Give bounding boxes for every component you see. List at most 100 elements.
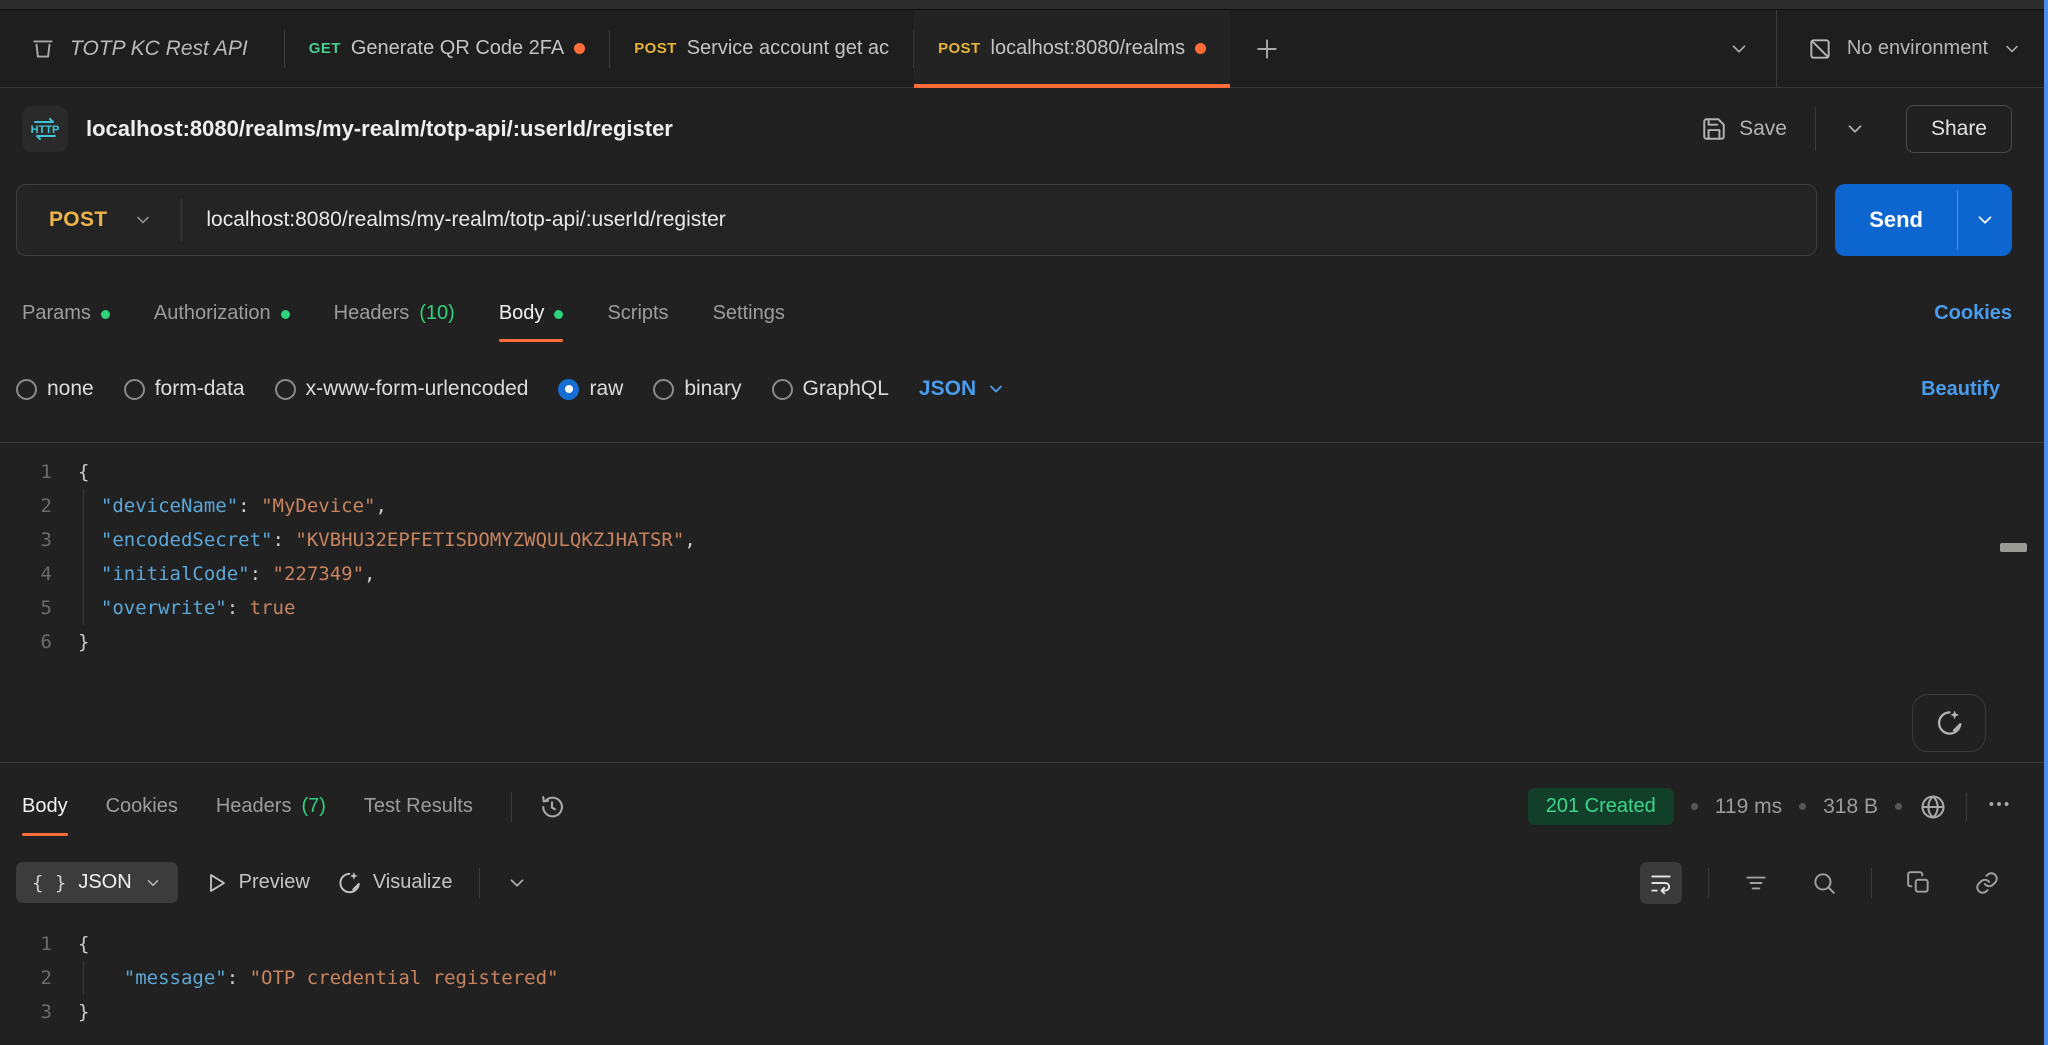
network-info-button[interactable]: [1919, 793, 1947, 821]
has-values-dot: [281, 310, 290, 319]
tab-label: Body: [22, 795, 68, 818]
response-time[interactable]: 119 ms: [1715, 795, 1782, 819]
chevron-down-icon: [1728, 38, 1750, 60]
body-type-raw-selected[interactable]: raw: [558, 377, 623, 401]
request-tabs: Params Authorization Headers (10) Body S…: [0, 270, 2048, 356]
method-label: POST: [938, 40, 980, 57]
search-response-button[interactable]: [1803, 862, 1845, 904]
tab-body-active[interactable]: Body: [499, 270, 564, 356]
body-type-none[interactable]: none: [16, 377, 94, 401]
radio-label: x-www-form-urlencoded: [306, 377, 529, 401]
copy-response-button[interactable]: [1898, 862, 1940, 904]
body-type-urlencoded[interactable]: x-www-form-urlencoded: [275, 377, 529, 401]
tab-title: Generate QR Code 2FA: [351, 37, 564, 60]
history-clock-icon: [538, 793, 566, 821]
new-tab-button[interactable]: [1230, 10, 1304, 87]
tab-settings[interactable]: Settings: [713, 270, 785, 356]
has-values-dot: [101, 310, 110, 319]
response-more-options-button[interactable]: [1986, 791, 2012, 822]
no-environment-icon: [1807, 36, 1833, 62]
chevron-down-icon: [506, 872, 528, 894]
tab-register-request-active[interactable]: POST localhost:8080/realms: [914, 10, 1230, 87]
visualize-button[interactable]: Visualize: [336, 870, 453, 896]
divider: [511, 792, 512, 822]
cookies-link[interactable]: Cookies: [1934, 302, 2012, 325]
radio-label: form-data: [155, 377, 245, 401]
tab-headers[interactable]: Headers (10): [334, 270, 455, 356]
send-options-dropdown[interactable]: [1958, 184, 2012, 256]
unsaved-changes-dot: [574, 43, 585, 54]
divider: [1871, 868, 1872, 898]
sparkle-ai-icon: [1934, 708, 1964, 738]
response-tab-test-results[interactable]: Test Results: [364, 763, 473, 850]
tab-label: Body: [499, 302, 545, 325]
divider: [1708, 868, 1709, 898]
response-tab-cookies[interactable]: Cookies: [106, 763, 178, 850]
status-badge[interactable]: 201 Created: [1528, 788, 1674, 825]
tab-params[interactable]: Params: [22, 270, 110, 356]
url-bar: POST: [16, 184, 1817, 256]
tab-label: Settings: [713, 302, 785, 325]
code-line: 3}: [0, 995, 2048, 1029]
filter-lines-icon: [1743, 870, 1769, 896]
body-type-graphql[interactable]: GraphQL: [772, 377, 889, 401]
preview-button[interactable]: Preview: [204, 871, 310, 895]
postbot-button[interactable]: [1912, 694, 1986, 752]
tab-scripts[interactable]: Scripts: [607, 270, 668, 356]
tab-label: Headers: [216, 795, 292, 818]
preview-label: Preview: [239, 871, 310, 894]
radio-icon: [16, 379, 37, 400]
response-tab-body-active[interactable]: Body: [22, 763, 68, 850]
tab-authorization[interactable]: Authorization: [154, 270, 290, 356]
tab-service-account[interactable]: POST Service account get ac: [610, 10, 913, 87]
code-line: 5 "overwrite": true: [0, 591, 2048, 625]
plus-icon: [1254, 36, 1280, 62]
headers-count: (7): [301, 795, 325, 818]
wrap-lines-button[interactable]: [1640, 862, 1682, 904]
response-history-button[interactable]: [538, 763, 566, 850]
response-header: Body Cookies Headers (7) Test Results 20…: [0, 763, 2048, 850]
filter-button[interactable]: [1735, 862, 1777, 904]
code-line: 1{: [0, 927, 2048, 961]
tab-generate-qr-code[interactable]: GET Generate QR Code 2FA: [285, 10, 610, 87]
link-icon: [1974, 870, 2000, 896]
dot-separator: [1895, 803, 1902, 810]
tab-list-dropdown[interactable]: [1702, 10, 1776, 87]
save-options-dropdown[interactable]: [1844, 118, 1866, 140]
environment-selector[interactable]: No environment: [1777, 10, 2048, 87]
response-tab-headers[interactable]: Headers (7): [216, 763, 326, 850]
method-label: POST: [634, 40, 676, 57]
chevron-down-icon: [2002, 39, 2022, 59]
view-options-dropdown[interactable]: [506, 872, 528, 894]
url-input[interactable]: [182, 208, 1816, 232]
response-format-dropdown[interactable]: { } JSON: [16, 862, 178, 903]
radio-label: GraphQL: [803, 377, 889, 401]
raw-language-dropdown[interactable]: JSON: [919, 377, 1006, 401]
request-name: localhost:8080/realms/my-realm/totp-api/…: [86, 116, 1683, 142]
window-focus-edge: [2044, 0, 2048, 1045]
response-toolbar: { } JSON Preview Visualize: [0, 850, 2048, 915]
language-label: JSON: [919, 377, 976, 401]
divider: [1966, 793, 1967, 821]
share-button[interactable]: Share: [1906, 105, 2012, 153]
body-type-binary[interactable]: binary: [653, 377, 741, 401]
tab-label: Test Results: [364, 795, 473, 818]
method-dropdown[interactable]: POST: [17, 208, 181, 232]
request-body-editor[interactable]: 1{2 "deviceName": "MyDevice",3 "encodedS…: [0, 442, 2048, 763]
share-response-link-button[interactable]: [1966, 862, 2008, 904]
response-body-editor[interactable]: 1{2 "message": "OTP credential registere…: [0, 915, 2048, 1045]
send-button[interactable]: Send: [1835, 184, 2012, 256]
tab-label: Headers: [334, 302, 410, 325]
body-type-form-data[interactable]: form-data: [124, 377, 245, 401]
response-size[interactable]: 318 B: [1823, 795, 1878, 819]
code-line: 2 "message": "OTP credential registered": [0, 961, 2048, 995]
visualize-label: Visualize: [373, 871, 453, 894]
workspace-tabbar: TOTP KC Rest API GET Generate QR Code 2F…: [0, 10, 2048, 88]
copy-icon: [1906, 870, 1932, 896]
beautify-link[interactable]: Beautify: [1921, 378, 2000, 401]
editor-scrollbar-thumb[interactable]: [2000, 543, 2027, 552]
save-button[interactable]: Save: [1701, 116, 1787, 142]
headers-count: (10): [419, 302, 455, 325]
collection-breadcrumb[interactable]: TOTP KC Rest API: [0, 10, 284, 87]
radio-icon: [275, 379, 296, 400]
